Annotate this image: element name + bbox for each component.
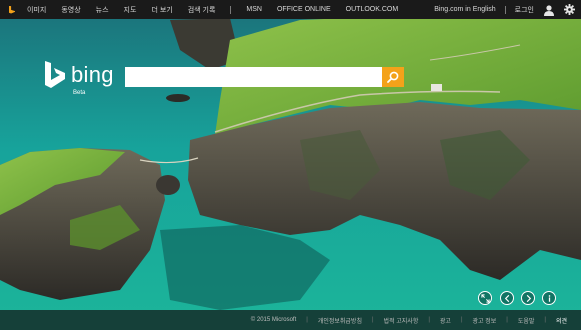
footer-divider: | <box>460 317 463 323</box>
footer-divider: | <box>428 317 430 323</box>
nav-news[interactable]: 뉴스 <box>96 5 109 15</box>
nav-msn[interactable]: MSN <box>246 6 262 13</box>
nav-divider <box>504 5 506 14</box>
search-button[interactable] <box>382 67 404 87</box>
footer-ads-link[interactable]: 광고 <box>440 316 451 325</box>
bing-logo: bing <box>45 61 114 89</box>
footer-divider: | <box>306 317 308 323</box>
info-button[interactable] <box>542 291 556 305</box>
top-bar: 이미지 동영상 뉴스 지도 더 보기 검색 기록 MSN OFFICE ONLI… <box>0 0 581 19</box>
footer-ad-info-link[interactable]: 광고 정보 <box>473 316 497 325</box>
user-icon[interactable] <box>543 4 555 16</box>
footer-divider: | <box>544 317 546 323</box>
bing-wordmark: bing <box>71 62 114 87</box>
expand-icon <box>480 293 490 303</box>
nav-maps[interactable]: 지도 <box>124 5 137 15</box>
copyright: © 2015 Microsoft <box>250 317 297 323</box>
nav-videos[interactable]: 동영상 <box>61 5 80 15</box>
topbar-right: Bing.com in English 로그인 <box>434 0 575 19</box>
english-link[interactable]: Bing.com in English <box>434 6 495 13</box>
nav-search-history[interactable]: 검색 기록 <box>188 5 216 15</box>
login-link[interactable]: 로그인 <box>515 5 534 15</box>
footer-privacy-link[interactable]: 개인정보취급방침 <box>318 316 362 325</box>
footer-feedback-link[interactable]: 의견 <box>556 316 567 325</box>
beta-label: Beta <box>73 90 86 96</box>
footer: © 2015 Microsoft | 개인정보취급방침 | 법적 고지사항 | … <box>0 310 581 330</box>
search-input[interactable] <box>125 67 382 87</box>
bing-mini-logo-icon[interactable] <box>9 5 15 14</box>
nav-divider <box>230 5 232 14</box>
background-image <box>0 0 581 330</box>
previous-image-button[interactable] <box>500 291 514 305</box>
gear-icon[interactable] <box>564 4 575 15</box>
next-icon <box>526 294 531 302</box>
search-icon <box>387 71 399 83</box>
footer-help-link[interactable]: 도움말 <box>518 316 535 325</box>
nav-images[interactable]: 이미지 <box>27 5 46 15</box>
nav-outlook[interactable]: OUTLOOK.COM <box>346 6 399 13</box>
nav-office-online[interactable]: OFFICE ONLINE <box>277 6 331 13</box>
footer-divider: | <box>371 317 374 323</box>
nav-more[interactable]: 더 보기 <box>151 5 172 15</box>
expand-button[interactable] <box>478 291 492 305</box>
previous-icon <box>504 294 509 302</box>
footer-divider: | <box>506 317 508 323</box>
bing-b-icon <box>45 61 65 88</box>
next-image-button[interactable] <box>521 291 535 305</box>
info-icon <box>548 294 550 302</box>
footer-legal-link[interactable]: 법적 고지사항 <box>384 316 419 325</box>
